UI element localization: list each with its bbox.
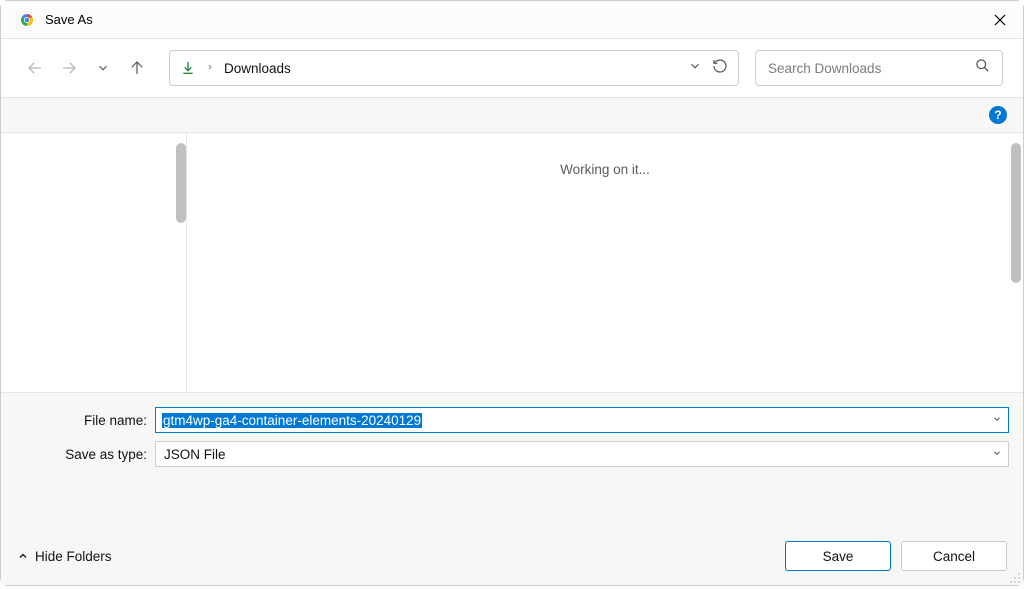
nav-scrollbar[interactable] [176, 143, 186, 223]
up-button[interactable] [123, 54, 151, 82]
back-button[interactable] [21, 54, 49, 82]
breadcrumb-location[interactable]: Downloads [224, 61, 678, 76]
help-icon[interactable]: ? [989, 106, 1007, 124]
filename-label: File name: [15, 413, 155, 428]
filetype-label: Save as type: [15, 447, 155, 462]
content-area: Working on it... [1, 133, 1023, 392]
filetype-value: JSON File [164, 447, 226, 462]
search-icon[interactable] [975, 58, 990, 78]
chrome-icon [17, 10, 37, 30]
save-button[interactable]: Save [785, 541, 891, 571]
close-button[interactable] [977, 1, 1023, 39]
window-title: Save As [45, 12, 977, 27]
filetype-dropdown-icon[interactable] [992, 448, 1002, 461]
filename-dropdown-icon[interactable] [992, 414, 1002, 427]
recent-locations-button[interactable] [89, 54, 117, 82]
status-text: Working on it... [560, 162, 650, 177]
file-list-pane[interactable]: Working on it... [187, 133, 1023, 392]
dialog-footer: Hide Folders Save Cancel [1, 527, 1023, 585]
filename-value: gtm4wp-ga4-container-elements-20240129 [162, 413, 422, 428]
breadcrumb-separator-icon [206, 62, 214, 75]
hide-folders-label: Hide Folders [35, 549, 112, 564]
hide-folders-button[interactable]: Hide Folders [17, 549, 112, 564]
content-scrollbar[interactable] [1011, 143, 1021, 283]
nav-bar: Downloads [1, 39, 1023, 97]
tool-strip: ? [1, 97, 1023, 133]
chevron-up-icon [17, 550, 29, 562]
refresh-button[interactable] [712, 58, 728, 79]
downloads-icon [180, 60, 196, 76]
search-input[interactable] [768, 61, 967, 76]
forward-button[interactable] [55, 54, 83, 82]
resize-grip[interactable] [1009, 571, 1021, 583]
filetype-select[interactable]: JSON File [155, 441, 1009, 467]
address-bar[interactable]: Downloads [169, 50, 739, 86]
search-box[interactable] [755, 50, 1003, 86]
save-form: File name: gtm4wp-ga4-container-elements… [1, 392, 1023, 527]
navigation-pane[interactable] [1, 133, 187, 392]
title-bar: Save As [1, 1, 1023, 39]
address-dropdown-icon[interactable] [688, 59, 702, 78]
cancel-button[interactable]: Cancel [901, 541, 1007, 571]
filename-input[interactable]: gtm4wp-ga4-container-elements-20240129 [155, 407, 1009, 433]
